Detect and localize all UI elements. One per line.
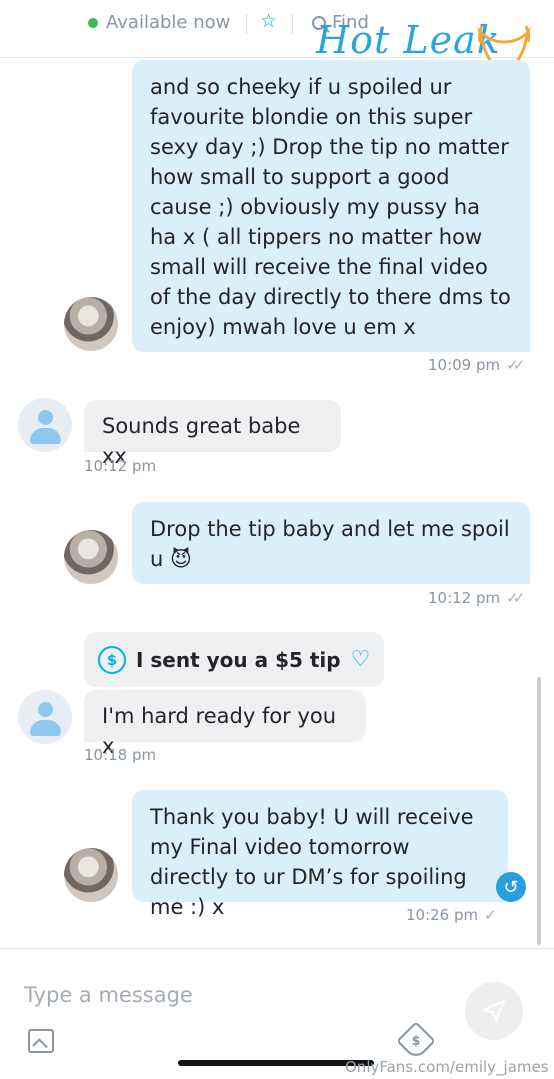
message-bubble-outgoing[interactable]: Drop the tip baby and let me spoil u 😈 <box>132 502 530 584</box>
image-icon[interactable] <box>28 1029 54 1053</box>
avatar[interactable] <box>18 398 72 452</box>
message-text: Drop the tip baby and let me spoil u 😈 <box>150 517 510 571</box>
time-label: 10:18 pm <box>84 746 157 764</box>
sent-receipt-icon: ✓ <box>484 906 496 924</box>
price-tag-icon[interactable]: $ <box>396 1021 436 1061</box>
avatar[interactable] <box>64 530 118 584</box>
tip-notice: $ I sent you a $5 tip ♡ <box>84 632 385 687</box>
message-bubble-outgoing[interactable]: and so cheeky if u spoiled ur favourite … <box>132 60 530 352</box>
send-button[interactable] <box>465 982 523 1040</box>
availability-label: Available now <box>106 12 231 33</box>
time-label: 10:12 pm <box>84 457 157 475</box>
message-input[interactable] <box>24 979 444 1011</box>
message-bubble-incoming[interactable]: Sounds great babe xx <box>84 400 341 468</box>
message-text: Thank you baby! U will receive my Final … <box>150 805 474 919</box>
avatar[interactable] <box>64 848 118 902</box>
star-icon[interactable]: ☆ <box>260 10 277 32</box>
header-divider <box>246 14 247 34</box>
read-receipt-icon: ✓✓ <box>506 589 525 607</box>
heart-icon: ♡ <box>350 647 371 672</box>
scrollbar[interactable] <box>537 677 541 945</box>
user-icon <box>38 410 53 425</box>
user-icon-body <box>30 720 61 736</box>
time-label: 10:26 pm <box>406 906 479 924</box>
dollar-icon: $ <box>98 645 126 674</box>
message-time: 10:12 pm <box>84 457 156 475</box>
user-icon-body <box>30 428 61 444</box>
source-watermark: OnlyFans.com/emily_james <box>345 1058 549 1076</box>
time-label: 10:12 pm <box>428 589 501 607</box>
header-divider <box>292 14 293 34</box>
message-time: 10:12 pm ✓✓ <box>428 589 525 607</box>
availability-status: Available now <box>88 12 230 33</box>
message-text: and so cheeky if u spoiled ur favourite … <box>150 75 511 339</box>
message-bubble-incoming[interactable]: I'm hard ready for you x <box>84 690 366 758</box>
avatar[interactable] <box>64 297 118 351</box>
reply-icon[interactable]: ↺ <box>496 872 526 902</box>
message-time: 10:09 pm ✓✓ <box>428 356 525 374</box>
send-icon <box>483 1000 505 1022</box>
message-time: 10:18 pm <box>84 746 156 764</box>
user-icon <box>38 702 53 717</box>
tip-text: I sent you a $5 tip <box>136 647 341 672</box>
online-dot-icon <box>88 17 98 28</box>
read-receipt-icon: ✓✓ <box>506 356 525 374</box>
message-bubble-outgoing[interactable]: Thank you baby! U will receive my Final … <box>132 790 508 919</box>
message-time: 10:26 pm ✓ <box>406 906 496 924</box>
avatar[interactable] <box>18 690 72 744</box>
time-label: 10:09 pm <box>428 356 501 374</box>
